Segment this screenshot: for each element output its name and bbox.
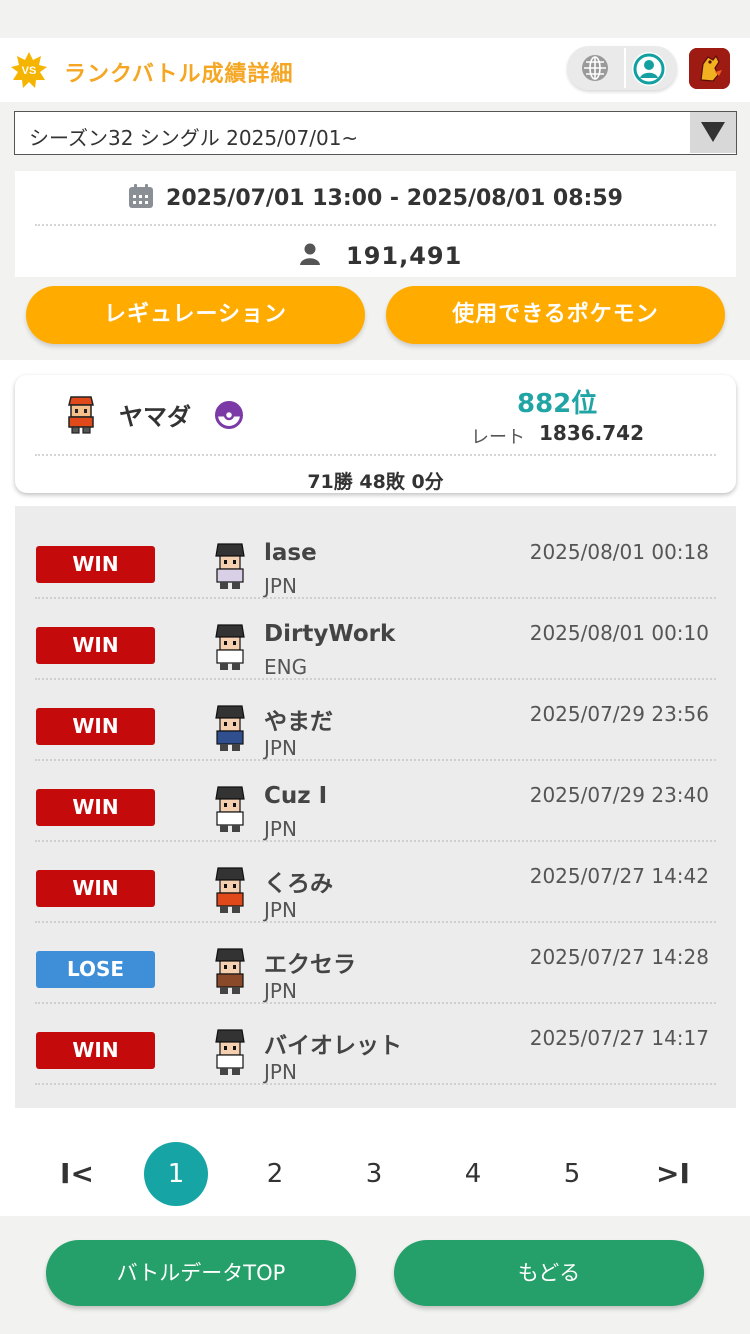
first-page-button[interactable]: I< — [45, 1142, 109, 1206]
opponent-name: バイオレット — [264, 1033, 402, 1059]
opponent-avatar-icon — [210, 538, 250, 590]
footer: バトルデータTOP もどる — [0, 1216, 750, 1334]
result-badge: WIN — [36, 870, 155, 907]
opponent-name: Cuz I — [264, 783, 328, 809]
battle-time: 2025/08/01 00:10 — [529, 621, 709, 645]
calendar-icon — [128, 183, 154, 215]
win-loss-record: 71勝 48敗 0分 — [307, 471, 444, 493]
battle-row[interactable]: WIN Cuz I JPN 2025/07/29 23:40 — [15, 761, 736, 842]
battle-time: 2025/07/27 14:17 — [529, 1026, 709, 1050]
chevron-down-icon[interactable] — [690, 112, 736, 153]
app-logo-icon[interactable] — [689, 48, 730, 89]
opponent-region: JPN — [264, 574, 297, 598]
vs-badge-icon: VS — [10, 51, 48, 89]
opponent-avatar-icon — [210, 862, 250, 914]
regulation-button[interactable]: レギュレーション — [26, 286, 365, 344]
globe-icon[interactable] — [581, 54, 609, 82]
result-badge: LOSE — [36, 951, 155, 988]
page-3-button[interactable]: 3 — [342, 1142, 406, 1206]
opponent-region: JPN — [264, 898, 297, 922]
battle-time: 2025/07/27 14:28 — [529, 945, 709, 969]
usable-pokemon-button[interactable]: 使用できるポケモン — [386, 286, 725, 344]
battle-history-list[interactable]: WIN lase JPN 2025/08/01 00:18 WIN DirtyWork EN… — [15, 506, 736, 1108]
opponent-name: やまだ — [264, 709, 333, 735]
opponent-avatar-icon — [210, 619, 250, 671]
svg-text:VS: VS — [22, 65, 37, 77]
opponent-name: 愛はループ — [264, 1107, 378, 1108]
divider — [35, 454, 716, 456]
battle-row[interactable]: WIN バイオレット JPN 2025/07/27 14:17 — [15, 1004, 736, 1085]
result-badge: WIN — [36, 789, 155, 826]
page-2-button[interactable]: 2 — [243, 1142, 307, 1206]
trainer-sprite-icon — [59, 391, 103, 435]
player-count: 191,491 — [346, 242, 463, 270]
battle-time: 2025/07/27 14:42 — [529, 864, 709, 888]
page-1-button[interactable]: 1 — [144, 1142, 208, 1206]
rate-label: レート — [471, 427, 525, 448]
opponent-region: JPN — [264, 979, 297, 1003]
master-ball-icon — [215, 401, 243, 429]
battle-data-top-button[interactable]: バトルデータTOP — [46, 1240, 356, 1306]
opponent-name: くろみ — [264, 871, 333, 897]
user-profile-icon[interactable] — [631, 51, 667, 87]
opponent-region: JPN — [264, 1060, 297, 1084]
toggle-divider — [624, 48, 626, 88]
result-badge: WIN — [36, 627, 155, 664]
battle-row[interactable]: WIN lase JPN 2025/08/01 00:18 — [15, 518, 736, 599]
season-select[interactable]: シーズン32 シングル 2025/07/01~ — [14, 111, 737, 155]
result-badge: WIN — [36, 546, 155, 583]
opponent-region: ENG — [264, 655, 308, 679]
page-4-button[interactable]: 4 — [441, 1142, 505, 1206]
battle-time: 2025/08/01 00:18 — [529, 540, 709, 564]
last-page-button[interactable]: >I — [641, 1142, 705, 1206]
result-badge: WIN — [36, 708, 155, 745]
app-header: VS ランクバトル成績詳細 — [0, 38, 750, 102]
opponent-name: lase — [264, 540, 317, 566]
person-icon — [298, 242, 322, 266]
rate-value: 1836.742 — [539, 421, 645, 445]
battle-row[interactable]: LOSE愛はループJPN2025/07/27 14:10 — [15, 1085, 736, 1108]
battle-row[interactable]: WIN DirtyWork ENG 2025/08/01 00:10 — [15, 599, 736, 680]
opponent-region: JPN — [264, 817, 297, 841]
battle-time: 2025/07/29 23:56 — [529, 702, 709, 726]
opponent-name: エクセラ — [264, 952, 356, 978]
player-rank: 882位 — [517, 389, 598, 419]
battle-time: 2025/07/29 23:40 — [529, 783, 709, 807]
back-button[interactable]: もどる — [394, 1240, 704, 1306]
battle-row[interactable]: LOSE エクセラ JPN 2025/07/27 14:28 — [15, 923, 736, 1004]
battle-row[interactable]: WIN くろみ JPN 2025/07/27 14:42 — [15, 842, 736, 923]
battle-time: 2025/07/27 14:10 — [530, 1107, 709, 1108]
page-title: ランクバトル成績詳細 — [64, 62, 294, 87]
opponent-region: JPN — [264, 736, 297, 760]
opponent-avatar-icon — [210, 1024, 250, 1076]
opponent-avatar-icon — [210, 943, 250, 995]
page-5-button[interactable]: 5 — [540, 1142, 604, 1206]
season-select-value: シーズン32 シングル 2025/07/01~ — [29, 126, 359, 150]
opponent-avatar-icon — [210, 700, 250, 752]
opponent-name: DirtyWork — [264, 621, 396, 647]
result-badge: WIN — [36, 1032, 155, 1069]
header-toggle-group — [567, 46, 677, 90]
opponent-avatar-icon — [210, 1105, 250, 1108]
battle-row[interactable]: WIN やまだ JPN 2025/07/29 23:56 — [15, 680, 736, 761]
season-period-row: 2025/07/01 13:00 - 2025/08/01 08:59 — [15, 183, 736, 215]
player-profile-card: ヤマダ 882位 レート 1836.742 71勝 48敗 0分 — [15, 375, 736, 493]
opponent-avatar-icon — [210, 781, 250, 833]
season-period: 2025/07/01 13:00 - 2025/08/01 08:59 — [166, 186, 623, 211]
pagination: I< 1 2 3 4 5 >I — [0, 1116, 750, 1216]
player-name: ヤマダ — [119, 403, 191, 431]
divider — [35, 224, 716, 226]
